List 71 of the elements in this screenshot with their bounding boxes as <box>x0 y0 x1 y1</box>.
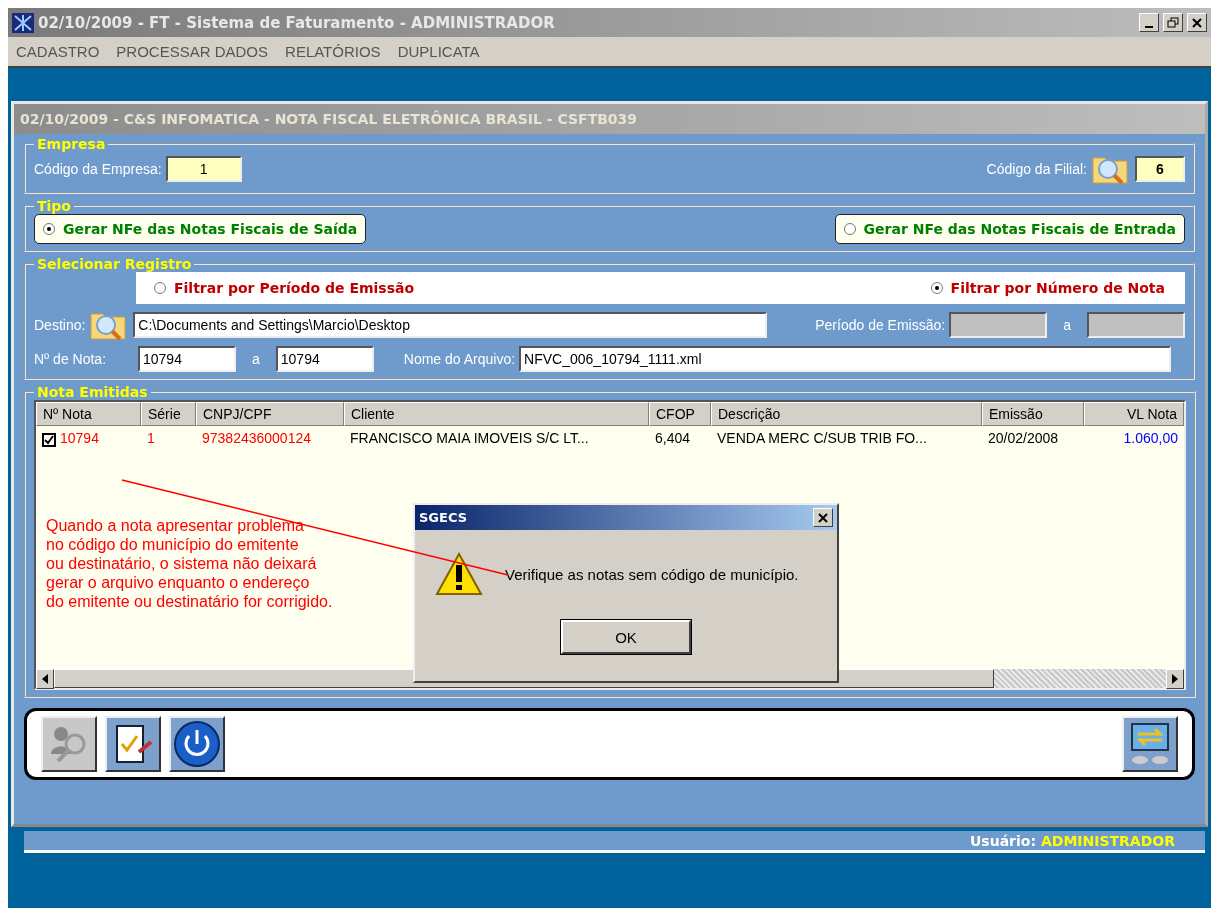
type-radio-option[interactable]: Gerar NFe das Notas Fiscais de Saída <box>34 214 367 244</box>
annotation-note: Quando a nota apresentar problema no código do município do emitente ou destinatário, o sistema não deixará gerar o arquivo enquanto o endereço do emitente ou destinatário for corrigido. <box>46 516 333 611</box>
filter-radio-option[interactable]: Filtrar por Número de Nota <box>930 280 1165 296</box>
field-label: Código da Empresa: <box>34 161 162 177</box>
column-header[interactable]: Cliente <box>344 402 649 426</box>
radio-button[interactable] <box>843 223 856 235</box>
section-legend: Tipo <box>34 198 74 214</box>
restore-icon <box>1167 16 1179 29</box>
dialog-title: SGECS <box>419 510 468 525</box>
table-cell-text: VENDA MERC C/SUB TRIB FO... <box>716 430 928 446</box>
row-checkbox[interactable] <box>42 432 56 447</box>
menu-item[interactable]: RELATÓRIOS <box>285 43 381 60</box>
column-header[interactable]: CNPJ/CPF <box>196 402 344 426</box>
table-cell-text: 6,404 <box>654 430 692 446</box>
app-icon <box>12 12 34 33</box>
table-cell-text: 1 <box>146 430 156 446</box>
user-name: ADMINISTRADOR <box>1040 832 1175 849</box>
close-button[interactable] <box>813 508 833 527</box>
column-header[interactable]: Emissão <box>982 402 1084 426</box>
destination-field[interactable]: C:\Documents and Settings\Marcio\Desktop <box>133 312 768 338</box>
minimize-button[interactable] <box>1139 13 1159 32</box>
field-label: a <box>252 351 260 367</box>
table-cell-text: 1.060,00 <box>1122 430 1179 446</box>
column-header[interactable]: Descrição <box>711 402 982 426</box>
window-title: 02/10/2009 - FT - Sistema de Faturamento - ADMINISTRADOR <box>38 13 556 32</box>
column-header[interactable]: CFOP <box>649 402 711 426</box>
field-label: Período de Emissão: <box>815 317 946 333</box>
field-label: Nº de Nota: <box>34 351 108 367</box>
close-icon <box>1192 17 1202 28</box>
ok-button[interactable]: OK <box>561 620 691 654</box>
section-legend: Nota Emitidas <box>34 384 151 400</box>
table-cell: 10794 <box>36 429 141 447</box>
type-radio-option[interactable]: Gerar NFe das Notas Fiscais de Entrada <box>834 214 1185 244</box>
radio-button[interactable] <box>43 223 55 235</box>
table-cell-text: 97382436000124 <box>201 430 312 446</box>
note-to-field[interactable]: 10794 <box>275 346 374 372</box>
left-arrow-icon[interactable] <box>42 674 48 684</box>
menu-item[interactable]: DUPLICATA <box>397 43 480 60</box>
filter-radio-option[interactable]: Filtrar por Período de Emissão <box>154 280 415 296</box>
toolbar-button[interactable] <box>1122 716 1178 772</box>
field-label: Nome do Arquivo: <box>403 351 516 367</box>
field-label: Destino: <box>34 317 86 333</box>
right-arrow-icon[interactable] <box>1172 674 1178 684</box>
field-label: a <box>1063 317 1071 333</box>
column-header[interactable]: Nº Nota <box>36 402 141 426</box>
section-legend: Selecionar Registro <box>34 256 195 272</box>
table-cell-text: FRANCISCO MAIA IMOVEIS S/C LT... <box>349 430 590 446</box>
note-from-field[interactable]: 10794 <box>138 346 236 372</box>
user-label: Usuário: <box>970 832 1038 849</box>
toolbar-button[interactable] <box>169 716 225 772</box>
section-legend: Empresa <box>34 136 109 152</box>
warning-icon <box>435 552 483 596</box>
field-label: Código da Filial: <box>986 161 1087 177</box>
column-header[interactable]: Série <box>141 402 196 426</box>
toolbar-button[interactable] <box>105 716 161 772</box>
company-code-field[interactable]: 1 <box>165 156 242 182</box>
column-header[interactable]: VL Nota <box>1084 402 1184 426</box>
dialog-message: Verifique as notas sem código de município. <box>505 565 799 583</box>
close-icon <box>818 512 828 523</box>
power-icon <box>173 720 221 768</box>
menu-item[interactable]: PROCESSAR DADOS <box>116 43 269 60</box>
minimize-icon <box>1145 25 1153 28</box>
form-title: 02/10/2009 - C&S INFOMATICA - NOTA FISCAL ELETRÔNICA BRASIL - CSFTB039 <box>20 111 638 127</box>
table-cell-text: 20/02/2008 <box>987 430 1060 446</box>
radio-button[interactable] <box>154 282 166 294</box>
menu-item[interactable]: CADASTRO <box>16 43 100 60</box>
restore-button[interactable] <box>1163 13 1183 32</box>
close-button[interactable] <box>1187 13 1207 32</box>
filename-field[interactable]: NFVC_006_10794_1111.xml <box>519 346 1172 372</box>
branch-code-field[interactable]: 6 <box>1135 156 1185 182</box>
radio-button[interactable] <box>930 282 943 294</box>
